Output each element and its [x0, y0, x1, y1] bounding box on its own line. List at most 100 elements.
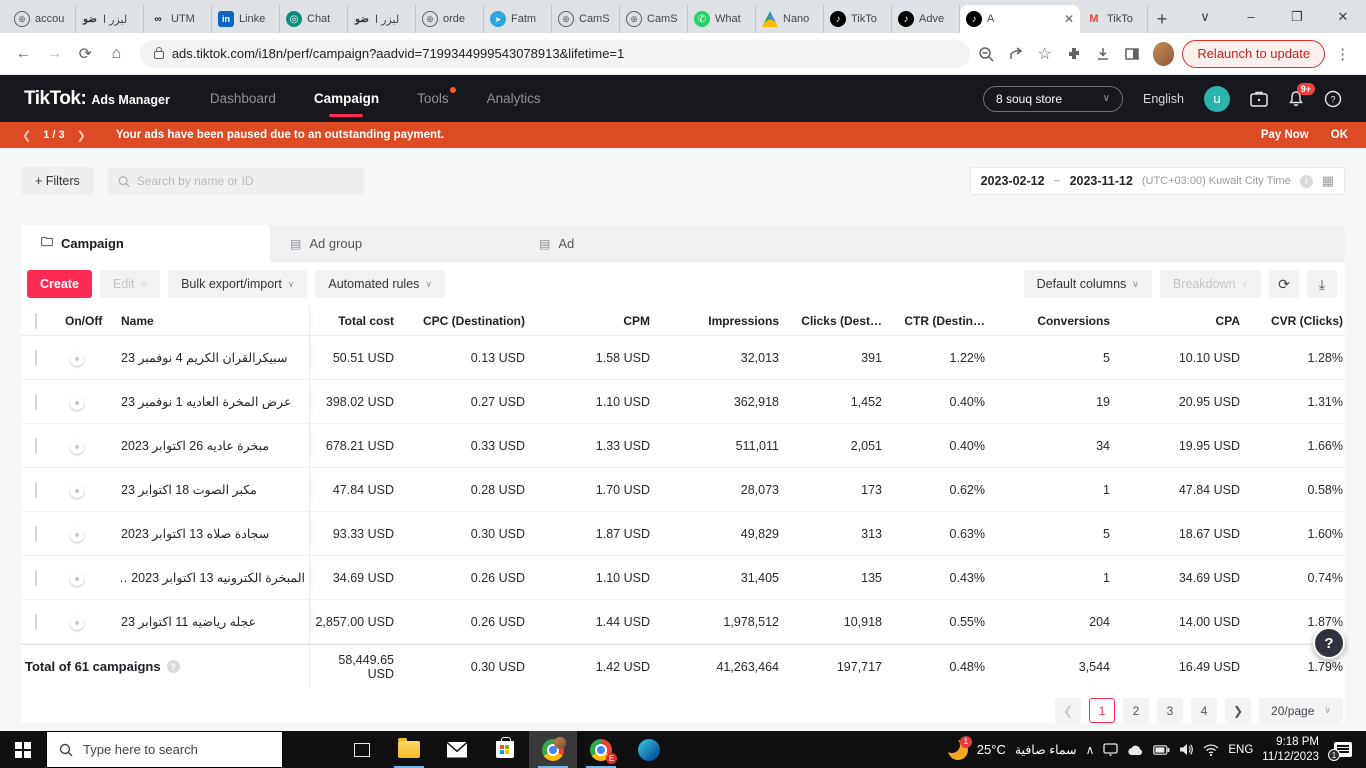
browser-tab[interactable]: ليزر ا	[348, 5, 416, 33]
col-total-cost[interactable]: Total cost	[310, 314, 396, 328]
banner-prev-icon[interactable]: ❮	[18, 129, 35, 142]
edge-app-icon[interactable]	[625, 731, 673, 768]
tiktok-logo[interactable]: TikTok: Ads Manager	[24, 88, 170, 110]
tab-ad[interactable]: ▤ Ad	[519, 225, 768, 262]
campaign-name[interactable]: سبيكرالقران الكريم 4 نوفمبر 23	[121, 350, 305, 365]
language-selector[interactable]: English	[1143, 92, 1184, 106]
browser-tab[interactable]: What	[688, 5, 756, 33]
help-icon[interactable]: ?	[1324, 90, 1342, 108]
file-explorer-icon[interactable]	[385, 731, 433, 768]
col-cvr[interactable]: CVR (Clicks)	[1242, 314, 1345, 328]
filters-button[interactable]: + Filters	[21, 167, 94, 195]
bookmark-star-icon[interactable]: ☆	[1032, 40, 1057, 68]
browser-tab[interactable]: ليزر ا	[76, 5, 144, 33]
nav-analytics[interactable]: Analytics	[487, 75, 541, 122]
new-tab-button[interactable]: +	[1148, 5, 1176, 33]
browser-tab-active[interactable]: A✕	[960, 5, 1080, 33]
col-conversions[interactable]: Conversions	[987, 314, 1112, 328]
select-all-checkbox[interactable]	[35, 312, 37, 329]
ok-link[interactable]: OK	[1331, 129, 1348, 141]
bulk-export-import-button[interactable]: Bulk export/import ∨	[168, 270, 308, 298]
date-range-picker[interactable]: 2023-02-12 ~ 2023-11-12 (UTC+03:00) Kuwa…	[969, 167, 1345, 195]
minimize-button[interactable]: –	[1228, 0, 1274, 33]
col-impressions[interactable]: Impressions	[652, 314, 781, 328]
breakdown-button[interactable]: Breakdown ∨	[1159, 270, 1261, 298]
row-checkbox[interactable]	[35, 525, 37, 542]
campaign-name[interactable]: مبخرة عاديه 26 اكتوابر 2023	[121, 438, 305, 453]
date-start[interactable]: 2023-02-12	[981, 174, 1045, 188]
browser-tab[interactable]: Fatm	[484, 5, 552, 33]
col-name[interactable]: Name	[113, 306, 310, 335]
browser-tab[interactable]: TikTo	[824, 5, 892, 33]
campaign-name[interactable]: سجادة صلاه 13 اكتوابر 2023	[121, 526, 305, 541]
browser-tab[interactable]: Nano	[756, 5, 824, 33]
action-center-icon[interactable]: 1	[1328, 742, 1352, 761]
page-button[interactable]: 2	[1123, 698, 1150, 723]
temperature-label[interactable]: 25°C	[977, 742, 1006, 757]
row-checkbox[interactable]	[35, 437, 37, 454]
automated-rules-button[interactable]: Automated rules ∨	[315, 270, 446, 298]
share-icon[interactable]	[1003, 40, 1028, 68]
browser-tab[interactable]: accou	[8, 5, 76, 33]
browser-tab[interactable]: CamS	[552, 5, 620, 33]
create-button[interactable]: Create	[27, 270, 92, 298]
banner-next-icon[interactable]: ❯	[73, 129, 90, 142]
tab-close-icon[interactable]: ✕	[1064, 12, 1074, 26]
url-text[interactable]: ads.tiktok.com/i18n/perf/campaign?aadvid…	[172, 46, 624, 61]
chrome-app-icon-2[interactable]: E	[577, 731, 625, 768]
edit-button[interactable]: Edit ∨	[99, 270, 161, 298]
browser-profile-avatar[interactable]	[1152, 41, 1175, 66]
inbox-icon[interactable]	[1250, 91, 1268, 107]
browser-tab[interactable]: CamS	[620, 5, 688, 33]
per-page-selector[interactable]: 20/page ∨	[1259, 698, 1343, 723]
volume-icon[interactable]	[1179, 743, 1194, 756]
wifi-icon[interactable]	[1203, 743, 1219, 756]
nav-dashboard[interactable]: Dashboard	[210, 75, 276, 122]
row-checkbox[interactable]	[35, 481, 37, 498]
relaunch-to-update-button[interactable]: Relaunch to update	[1182, 39, 1326, 68]
date-end[interactable]: 2023-11-12	[1070, 174, 1133, 188]
search-box[interactable]	[107, 167, 364, 195]
page-next-icon[interactable]: ❯	[1225, 698, 1252, 723]
row-checkbox[interactable]	[35, 393, 37, 410]
side-panel-icon[interactable]	[1120, 40, 1145, 68]
page-button[interactable]: 3	[1157, 698, 1184, 723]
browser-tab[interactable]: Linke	[212, 5, 280, 33]
user-avatar[interactable]: u	[1204, 85, 1230, 112]
language-indicator[interactable]: ENG	[1228, 744, 1253, 756]
onedrive-cloud-icon[interactable]	[1127, 744, 1144, 756]
refresh-icon[interactable]: ⟳	[1269, 270, 1299, 298]
page-prev-icon[interactable]: ❮	[1055, 698, 1082, 723]
close-button[interactable]: ✕	[1320, 0, 1366, 33]
page-button[interactable]: 1	[1089, 698, 1116, 723]
tab-campaign[interactable]: 🗀 Campaign	[21, 225, 270, 262]
campaign-name[interactable]: المبخرة الكترونيه 13 اكتوابر 2023 …	[121, 570, 305, 585]
export-icon[interactable]: ⤓	[1307, 270, 1337, 298]
search-input[interactable]	[136, 174, 354, 188]
weather-icon[interactable]: 1	[943, 735, 972, 760]
home-icon[interactable]: ⌂	[103, 39, 130, 69]
restore-button[interactable]: ❐	[1274, 0, 1320, 33]
show-hidden-icons-chevron[interactable]: ∧	[1086, 743, 1095, 757]
browser-tab[interactable]: orde	[416, 5, 484, 33]
col-cpc[interactable]: CPC (Destination)	[396, 314, 527, 328]
task-view-button[interactable]	[339, 731, 385, 768]
nav-tools[interactable]: Tools	[417, 75, 456, 122]
pay-now-link[interactable]: Pay Now	[1261, 129, 1309, 141]
clock[interactable]: 9:18 PM 11/12/2023	[1262, 735, 1319, 764]
battery-icon[interactable]	[1153, 744, 1170, 755]
taskbar-search[interactable]: Type here to search	[46, 731, 283, 768]
calendar-icon[interactable]: ▦	[1322, 173, 1334, 189]
account-selector[interactable]: 8 souq store ∨	[983, 85, 1123, 112]
campaign-name[interactable]: مكبر الصوت 18 اكتوابر 23	[121, 482, 305, 497]
campaign-name[interactable]: عجله رياضيه 11 اكتوابر 23	[121, 614, 305, 629]
notifications-bell-icon[interactable]: 9+	[1288, 83, 1315, 107]
browser-tab[interactable]: Chat	[280, 5, 348, 33]
chrome-app-icon[interactable]	[529, 731, 577, 768]
extensions-icon[interactable]	[1061, 40, 1086, 68]
browser-menu-icon[interactable]: ⋮	[1329, 45, 1356, 63]
forward-icon[interactable]: →	[41, 39, 68, 69]
weather-label[interactable]: سماء صافية	[1015, 742, 1077, 757]
browser-tab[interactable]: Adve	[892, 5, 960, 33]
download-icon[interactable]	[1090, 40, 1115, 68]
